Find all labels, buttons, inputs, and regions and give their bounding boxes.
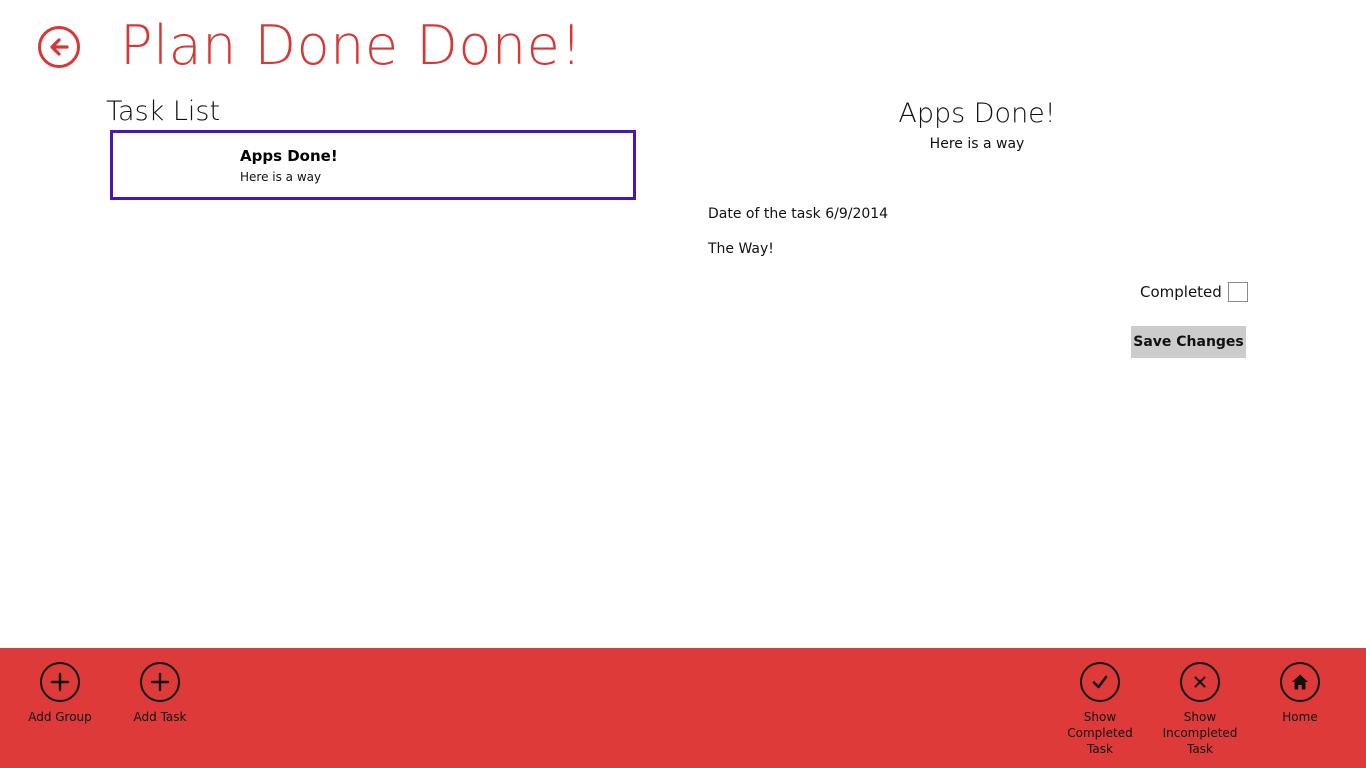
show-incompleted-label: Show Incompleted Task xyxy=(1162,710,1238,756)
completed-label: Completed xyxy=(1140,283,1222,301)
plus-icon xyxy=(50,672,70,692)
back-arrow-icon xyxy=(50,38,69,56)
show-completed-label: Show Completed Task xyxy=(1067,710,1133,756)
add-task-button[interactable]: Add Task xyxy=(115,662,205,725)
detail-title: Apps Done! xyxy=(898,98,1056,129)
add-group-button[interactable]: Add Group xyxy=(15,662,105,725)
add-group-circle xyxy=(40,662,80,702)
x-icon xyxy=(1194,676,1206,688)
add-group-label: Add Group xyxy=(28,710,92,724)
completed-toggle: Completed xyxy=(1140,282,1248,302)
task-description: The Way! xyxy=(708,241,774,257)
completed-checkbox[interactable] xyxy=(1227,282,1248,302)
add-task-label: Add Task xyxy=(133,710,187,724)
show-incompleted-button[interactable]: Show Incompleted Task xyxy=(1155,662,1245,757)
home-circle xyxy=(1280,662,1320,702)
app-bar: Add Group Add Task Show Completed Task S… xyxy=(0,648,1366,768)
page-title: Plan Done Done! xyxy=(120,14,583,77)
task-list-heading: Task List xyxy=(106,96,221,127)
show-completed-button[interactable]: Show Completed Task xyxy=(1055,662,1145,757)
task-list-item[interactable]: Apps Done! Here is a way xyxy=(110,130,636,200)
add-task-circle xyxy=(140,662,180,702)
home-label: Home xyxy=(1282,710,1318,724)
checkmark-icon xyxy=(1092,675,1108,689)
app-window: Plan Done Done! Task List Apps Done! Her… xyxy=(0,0,1366,768)
task-item-subtitle: Here is a way xyxy=(240,170,322,184)
home-icon xyxy=(1292,674,1308,690)
home-button[interactable]: Home xyxy=(1255,662,1345,725)
save-changes-button[interactable]: Save Changes xyxy=(1131,326,1246,358)
show-completed-circle xyxy=(1080,662,1120,702)
task-date: Date of the task 6/9/2014 xyxy=(708,206,889,222)
show-incompleted-circle xyxy=(1180,662,1220,702)
plus-icon xyxy=(150,672,170,692)
detail-subtitle: Here is a way xyxy=(929,136,1025,152)
back-button[interactable] xyxy=(38,26,80,68)
task-item-title: Apps Done! xyxy=(240,147,338,165)
